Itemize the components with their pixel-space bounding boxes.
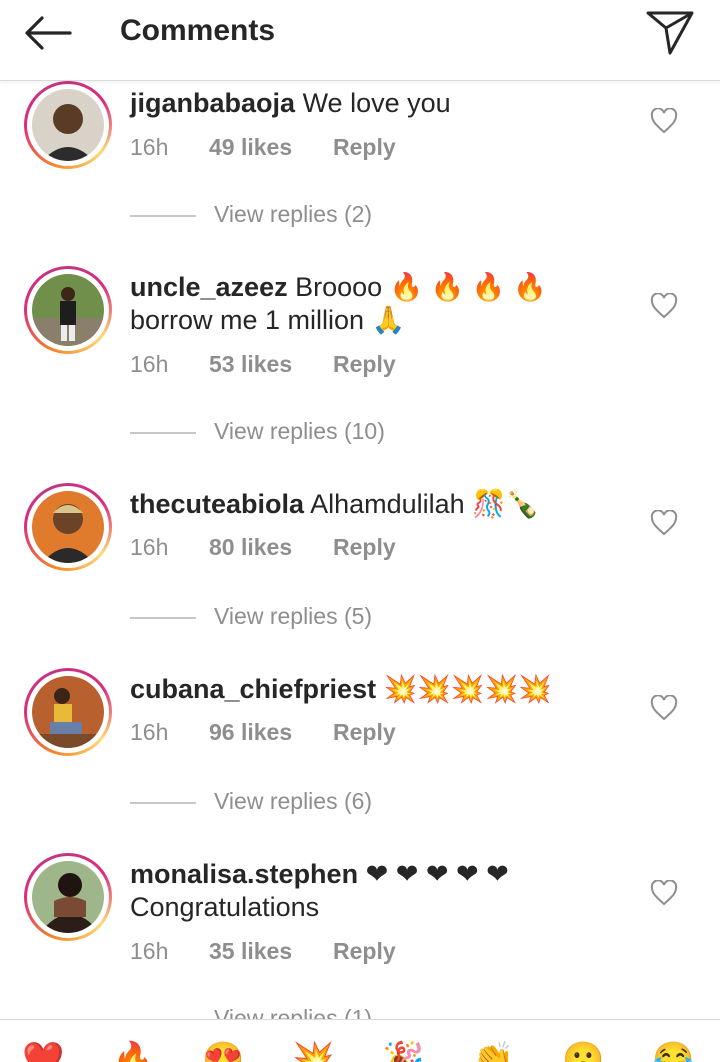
comment-likes[interactable]: 96 likes bbox=[209, 719, 333, 746]
reply-button[interactable]: Reply bbox=[333, 719, 396, 746]
like-button[interactable] bbox=[650, 509, 678, 536]
back-button[interactable] bbox=[20, 12, 76, 54]
like-button[interactable] bbox=[650, 292, 678, 319]
comment-meta: 16h 49 likes Reply bbox=[130, 134, 396, 161]
like-button[interactable] bbox=[650, 694, 678, 721]
emoji-laugh-button[interactable]: 😂 bbox=[652, 1040, 694, 1062]
emoji-collision-button[interactable]: 💥 bbox=[292, 1040, 334, 1062]
share-button[interactable] bbox=[644, 8, 698, 56]
comment-time: 16h bbox=[130, 938, 169, 964]
comment-time: 16h bbox=[130, 351, 169, 377]
comment-body: We love you bbox=[302, 88, 451, 118]
heart-outline-icon bbox=[650, 292, 678, 319]
avatar-story-ring[interactable] bbox=[24, 81, 112, 169]
avatar bbox=[32, 676, 104, 748]
reply-button[interactable]: Reply bbox=[333, 534, 396, 561]
avatar-story-ring[interactable] bbox=[24, 483, 112, 571]
heart-outline-icon bbox=[650, 107, 678, 134]
comments-header: Comments bbox=[0, 0, 720, 81]
comment-meta: 16h 80 likes Reply bbox=[130, 534, 396, 561]
replies-divider bbox=[130, 215, 196, 217]
comment-body: Alhamdulilah 🎊🍾 bbox=[310, 489, 540, 519]
comment-time: 16h bbox=[130, 134, 169, 160]
emoji-fire-button[interactable]: 🔥 bbox=[112, 1040, 154, 1062]
emoji-party-button[interactable]: 🎉 bbox=[382, 1040, 424, 1062]
comment-meta: 16h 53 likes Reply bbox=[130, 351, 396, 378]
avatar bbox=[32, 274, 104, 346]
like-button[interactable] bbox=[650, 107, 678, 134]
comment-username[interactable]: thecuteabiola bbox=[130, 489, 304, 519]
avatar-story-ring[interactable] bbox=[24, 266, 112, 354]
replies-divider bbox=[130, 802, 196, 804]
heart-outline-icon bbox=[650, 879, 678, 906]
reply-button[interactable]: Reply bbox=[333, 134, 396, 161]
comment-likes[interactable]: 35 likes bbox=[209, 938, 333, 965]
emoji-heart-eyes-button[interactable]: 😍 bbox=[202, 1040, 244, 1062]
view-replies-label[interactable]: View replies (10) bbox=[214, 418, 385, 445]
view-replies-label[interactable]: View replies (5) bbox=[214, 603, 372, 630]
like-button[interactable] bbox=[650, 879, 678, 906]
emoji-surprised-button[interactable]: 😮 bbox=[562, 1040, 604, 1062]
avatar bbox=[32, 491, 104, 563]
comment-text: cubana_chiefpriest 💥💥💥💥💥 bbox=[130, 673, 630, 706]
replies-divider bbox=[130, 617, 196, 619]
comment-likes[interactable]: 53 likes bbox=[209, 351, 333, 378]
comment-text: monalisa.stephen ❤ ❤ ❤ ❤ ❤ Congratulatio… bbox=[130, 858, 630, 924]
view-replies-label[interactable]: View replies (6) bbox=[214, 788, 372, 815]
arrow-left-icon bbox=[25, 16, 72, 50]
comment-meta: 16h 96 likes Reply bbox=[130, 719, 396, 746]
comment-body: 💥💥💥💥💥 bbox=[383, 674, 552, 704]
comment-username[interactable]: cubana_chiefpriest bbox=[130, 674, 376, 704]
heart-outline-icon bbox=[650, 694, 678, 721]
comment-time: 16h bbox=[130, 534, 169, 560]
comment-likes[interactable]: 80 likes bbox=[209, 534, 333, 561]
paper-plane-icon bbox=[646, 11, 694, 55]
avatar-story-ring[interactable] bbox=[24, 853, 112, 941]
comment-username[interactable]: monalisa.stephen bbox=[130, 859, 358, 889]
avatar bbox=[32, 861, 104, 933]
reply-button[interactable]: Reply bbox=[333, 351, 396, 378]
comment-likes[interactable]: 49 likes bbox=[209, 134, 333, 161]
comment-username[interactable]: jiganbabaoja bbox=[130, 88, 295, 118]
comment-text: jiganbabaoja We love you bbox=[130, 87, 630, 120]
comment-text: uncle_azeez Broooo 🔥 🔥 🔥 🔥 borrow me 1 m… bbox=[130, 271, 630, 337]
comment-username[interactable]: uncle_azeez bbox=[130, 272, 288, 302]
avatar-story-ring[interactable] bbox=[24, 668, 112, 756]
comment-meta: 16h 35 likes Reply bbox=[130, 938, 396, 965]
emoji-reaction-bar: ❤️ 🔥 😍 💥 🎉 👏 😮 😂 bbox=[0, 1019, 720, 1062]
view-replies-label[interactable]: View replies (1) bbox=[214, 1005, 372, 1019]
emoji-heart-button[interactable]: ❤️ bbox=[22, 1040, 64, 1062]
emoji-clap-button[interactable]: 👏 bbox=[472, 1040, 514, 1062]
replies-divider bbox=[130, 432, 196, 434]
comment-text: thecuteabiola Alhamdulilah 🎊🍾 bbox=[130, 488, 630, 521]
avatar bbox=[32, 89, 104, 161]
comments-list[interactable]: jiganbabaoja We love you 16h 49 likes Repl… bbox=[0, 81, 720, 1019]
heart-outline-icon bbox=[650, 509, 678, 536]
page-title: Comments bbox=[120, 14, 276, 47]
reply-button[interactable]: Reply bbox=[333, 938, 396, 965]
view-replies-label[interactable]: View replies (2) bbox=[214, 201, 372, 228]
comment-time: 16h bbox=[130, 719, 169, 745]
